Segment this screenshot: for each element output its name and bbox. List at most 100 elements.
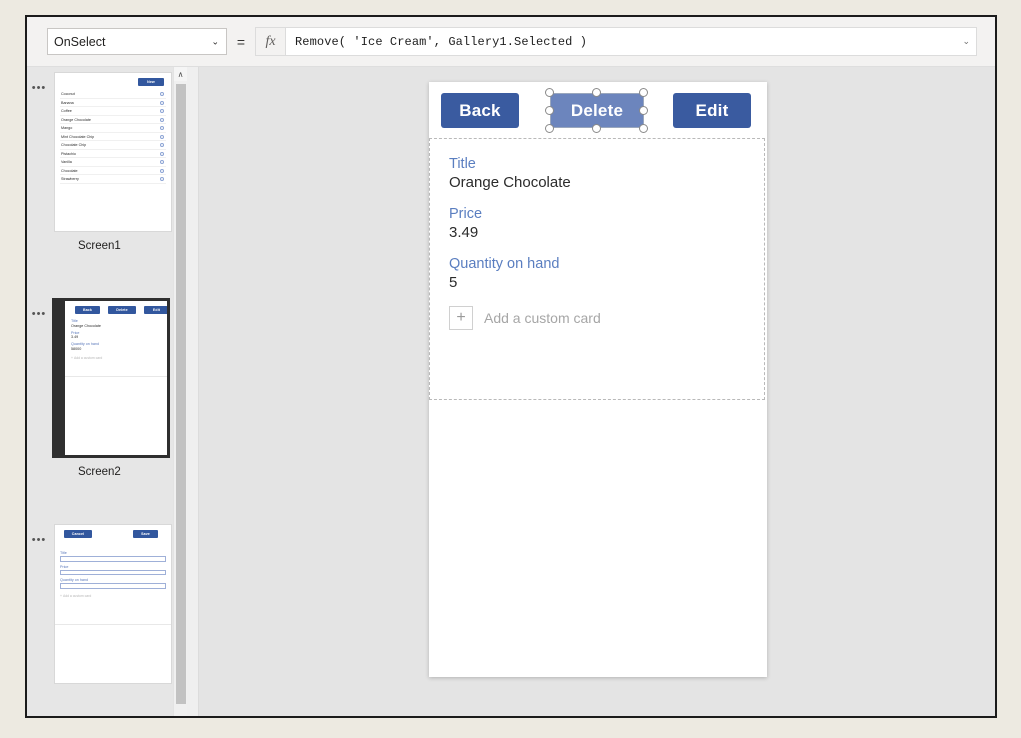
formula-input[interactable]: Remove( 'Ice Cream', Gallery1.Selected )…: [285, 27, 977, 56]
screen1-more-options-icon[interactable]: •••: [29, 83, 49, 94]
list-item[interactable]: Coconut: [60, 90, 166, 99]
list-item-label: Strawberry: [61, 177, 79, 181]
list-item[interactable]: Banana: [60, 99, 166, 107]
chevron-right-icon: [160, 134, 164, 139]
mini-topbar-screen3: Cancel Save: [60, 529, 166, 540]
rail-divider: [187, 67, 199, 716]
list-item[interactable]: Chocolate Chip: [60, 141, 166, 150]
chevron-right-icon: [160, 109, 164, 114]
mini-field-label: Title: [71, 319, 78, 323]
mini-field-label: Price: [60, 564, 69, 569]
rail-scrollbar[interactable]: ∧: [173, 67, 187, 716]
mini-title-input[interactable]: [60, 556, 166, 562]
list-item[interactable]: Mint Chocolate Chip: [60, 133, 166, 141]
screen3-preview[interactable]: Cancel Save Title Price Quantity on hand: [54, 524, 172, 684]
mini-field-value: Orange Chocolate: [71, 323, 101, 328]
formula-text: Remove( 'Ice Cream', Gallery1.Selected ): [295, 34, 588, 49]
add-custom-card-label: Add a custom card: [484, 310, 601, 326]
mini-field-label: Quantity on hand: [60, 578, 89, 582]
field-label-price: Price: [449, 206, 483, 222]
mini-edit-button[interactable]: Edit: [144, 306, 167, 314]
plus-icon[interactable]: +: [449, 306, 473, 330]
chevron-right-icon: [160, 177, 164, 182]
mini-price-input[interactable]: [60, 569, 166, 575]
chevron-right-icon: [160, 151, 164, 156]
list-item[interactable]: Mango: [60, 124, 166, 133]
mini-field-value: 3.49: [71, 335, 79, 339]
list-item-label: Vanilla: [61, 160, 72, 164]
mini-cancel-button[interactable]: Cancel: [64, 530, 92, 538]
design-canvas[interactable]: Back Delete Edit Title Orange Chocolate …: [199, 67, 995, 716]
screen1-label: Screen1: [78, 240, 121, 252]
screen2-more-options-icon[interactable]: •••: [29, 309, 49, 320]
field-value-title[interactable]: Orange Chocolate: [449, 174, 764, 191]
list-item[interactable]: Orange Chocolate: [60, 116, 166, 124]
screen-thumb-screen2[interactable]: ••• Back Delete Edit Title Orange Chocol…: [27, 293, 187, 510]
chevron-right-icon: [160, 100, 164, 105]
selection-handle-bottom-left[interactable]: [545, 124, 554, 133]
fx-icon: fx: [255, 27, 285, 56]
field-value-price[interactable]: 3.49: [449, 224, 764, 241]
list-item-label: Pistachio: [61, 151, 76, 156]
screen2-preview[interactable]: Back Delete Edit Title Orange Chocolate …: [52, 298, 170, 458]
screen3-more-options-icon[interactable]: •••: [29, 535, 49, 546]
field-label-title: Title: [449, 156, 476, 172]
scroll-up-arrow-icon[interactable]: ∧: [174, 67, 187, 81]
list-item-label: Chocolate: [61, 168, 78, 173]
selection-handle-top-left[interactable]: [545, 88, 554, 97]
mini-topbar-screen1: New: [60, 77, 166, 88]
list-item-label: Banana: [61, 100, 74, 105]
selection-handle-middle-right[interactable]: [639, 106, 648, 115]
mini-add-card-label: Add a custom card: [62, 593, 92, 598]
selection-handle-middle-left[interactable]: [545, 106, 554, 115]
scrollbar-thumb[interactable]: [176, 84, 186, 704]
chevron-right-icon: [160, 92, 164, 97]
back-button[interactable]: Back: [441, 93, 519, 128]
add-custom-card-row[interactable]: + Add a custom card: [449, 306, 764, 330]
mini-gallery-list: Coconut Banana Coffee Orange Chocolate M…: [60, 90, 166, 184]
editor-body: ••• New Coconut Banana Coffee Orange Cho…: [27, 67, 995, 716]
mini-form-screen3: Title Price Quantity on hand + Add a cus…: [60, 551, 166, 598]
list-item-label: Chocolate Chip: [61, 143, 87, 147]
screen-thumb-screen3[interactable]: ••• Cancel Save Title Price Quantity on …: [27, 519, 187, 716]
chevron-down-icon-formula[interactable]: ⌄: [956, 37, 970, 46]
mini-divider: [55, 624, 171, 625]
selection-handle-top-right[interactable]: [639, 88, 648, 97]
chevron-right-icon: [160, 160, 164, 165]
field-value-quantity[interactable]: 5: [449, 274, 764, 291]
list-item-label: Coffee: [61, 109, 72, 113]
property-select-wrapper: OnSelect ⌄: [47, 28, 227, 55]
mini-delete-button[interactable]: Delete: [108, 306, 136, 314]
list-item[interactable]: Pistachio: [60, 150, 166, 158]
list-item[interactable]: Vanilla: [60, 158, 166, 167]
mini-field-label: Price: [71, 330, 80, 335]
selection-handle-bottom-center[interactable]: [592, 124, 601, 133]
screen-thumbnail-rail: ••• New Coconut Banana Coffee Orange Cho…: [27, 67, 187, 716]
screen-thumb-screen1[interactable]: ••• New Coconut Banana Coffee Orange Cho…: [27, 67, 187, 284]
mini-add-card[interactable]: + Add a custom card: [60, 594, 166, 598]
power-apps-window: OnSelect ⌄ = fx Remove( 'Ice Cream', Gal…: [25, 15, 997, 718]
edit-button[interactable]: Edit: [673, 93, 751, 128]
mini-save-button[interactable]: Save: [133, 530, 158, 538]
list-item[interactable]: Chocolate: [60, 167, 166, 175]
selection-handle-bottom-right[interactable]: [639, 124, 648, 133]
mini-add-card[interactable]: + Add a custom card: [71, 356, 162, 360]
mini-quantity-input[interactable]: [60, 583, 166, 589]
screen1-preview[interactable]: New Coconut Banana Coffee Orange Chocola…: [54, 72, 172, 232]
mini-back-button[interactable]: Back: [75, 306, 100, 314]
mini-new-button[interactable]: New: [138, 78, 164, 86]
chevron-right-icon: [160, 168, 164, 173]
selection-handle-top-center[interactable]: [592, 88, 601, 97]
display-form[interactable]: Title Orange Chocolate Price 3.49 Quanti…: [429, 138, 765, 400]
mini-add-card-label: Add a custom card: [73, 355, 103, 360]
list-item[interactable]: Coffee: [60, 107, 166, 116]
mini-field-label: Title: [60, 551, 67, 555]
property-select[interactable]: OnSelect: [47, 28, 227, 55]
app-screen-preview: Back Delete Edit Title Orange Chocolate …: [429, 82, 767, 677]
list-item-label: Coconut: [61, 92, 75, 96]
delete-button[interactable]: Delete: [550, 93, 644, 128]
list-item[interactable]: Strawberry: [60, 175, 166, 184]
screen2-label: Screen2: [78, 466, 121, 478]
field-label-quantity: Quantity on hand: [449, 256, 560, 272]
mini-field-value: 58000: [71, 346, 82, 351]
